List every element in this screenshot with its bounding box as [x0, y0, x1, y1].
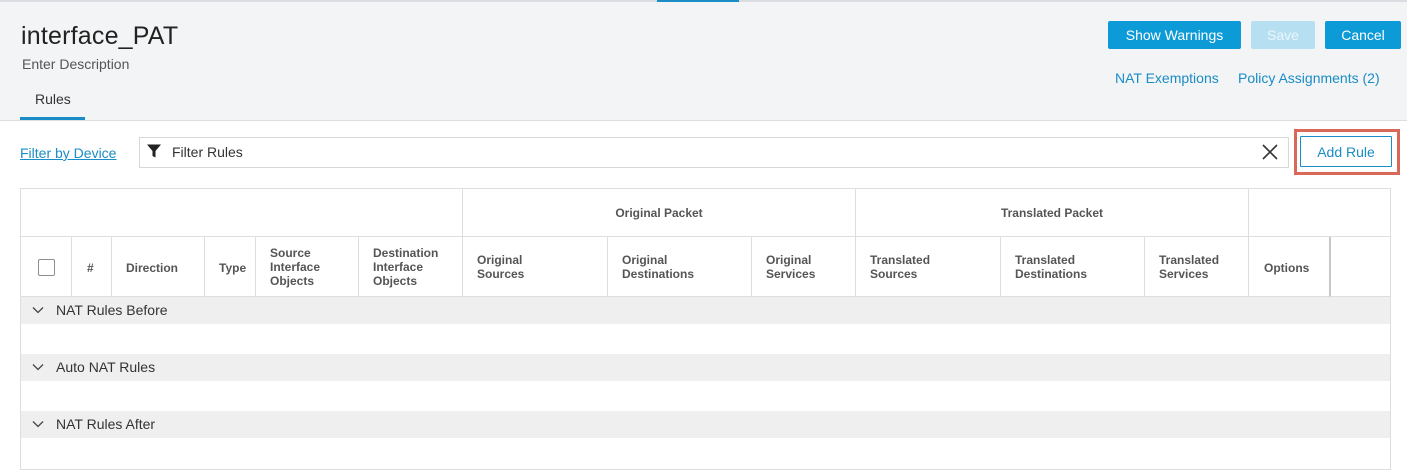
- column-original-services-label: Original Services: [766, 253, 816, 281]
- column-source-interface[interactable]: Source Interface Objects: [256, 237, 359, 297]
- column-select-all: [21, 237, 72, 297]
- column-original-sources-label: Original Sources: [477, 253, 525, 281]
- nat-exemptions-link[interactable]: NAT Exemptions: [1115, 70, 1219, 86]
- chevron-down-icon[interactable]: [32, 362, 44, 372]
- column-original-sources[interactable]: Original Sources: [463, 237, 608, 297]
- filter-icon: [147, 144, 161, 158]
- column-original-destinations-label: Original Destinations: [622, 253, 695, 281]
- nat-rules-table: Original Packet Translated Packet # Dire…: [20, 188, 1391, 470]
- translated-packet-label: Translated Packet: [1000, 206, 1104, 220]
- section-auto-nat-rules-label: Auto NAT Rules: [56, 359, 156, 375]
- policy-assignments-link[interactable]: Policy Assignments (2): [1238, 70, 1380, 86]
- column-translated-services[interactable]: Translated Services: [1145, 237, 1249, 297]
- column-destination-interface[interactable]: Destination Interface Objects: [359, 237, 463, 297]
- column-number-label: #: [87, 261, 94, 275]
- section-nat-rules-before[interactable]: NAT Rules Before: [21, 297, 1390, 324]
- add-rule-button[interactable]: Add Rule: [1300, 136, 1392, 167]
- policy-description[interactable]: Enter Description: [22, 56, 129, 72]
- close-icon[interactable]: [1261, 143, 1279, 161]
- original-packet-label: Original Packet: [615, 206, 703, 220]
- tab-rules[interactable]: Rules: [20, 82, 85, 120]
- section-nat-rules-after[interactable]: NAT Rules After: [21, 411, 1390, 438]
- column-translated-services-label: Translated Services: [1159, 253, 1220, 281]
- section-auto-nat-rules[interactable]: Auto NAT Rules: [21, 354, 1390, 381]
- filter-rules-placeholder: Filter Rules: [172, 144, 243, 160]
- column-number[interactable]: #: [72, 237, 112, 297]
- column-type[interactable]: Type: [205, 237, 256, 297]
- column-translated-destinations-label: Translated Destinations: [1015, 253, 1088, 281]
- column-filler: [1331, 237, 1390, 297]
- group-header-blank: [21, 189, 463, 237]
- filter-by-device-link[interactable]: Filter by Device: [20, 145, 116, 161]
- show-warnings-button[interactable]: Show Warnings: [1108, 21, 1241, 49]
- group-header-options: [1249, 189, 1390, 237]
- column-destination-interface-label: Destination Interface Objects: [373, 246, 439, 288]
- page-title: interface_PAT: [21, 22, 179, 50]
- column-type-label: Type: [219, 261, 247, 275]
- column-translated-sources-label: Translated Sources: [870, 253, 931, 281]
- save-button[interactable]: Save: [1251, 21, 1315, 49]
- chevron-down-icon[interactable]: [32, 419, 44, 429]
- chevron-down-icon[interactable]: [32, 305, 44, 315]
- column-original-services[interactable]: Original Services: [752, 237, 856, 297]
- column-options-label: Options: [1264, 261, 1310, 275]
- policy-header: interface_PAT Enter Description Rules Sh…: [0, 2, 1407, 121]
- column-translated-sources[interactable]: Translated Sources: [856, 237, 1001, 297]
- column-direction[interactable]: Direction: [112, 237, 205, 297]
- column-original-destinations[interactable]: Original Destinations: [608, 237, 752, 297]
- cancel-button[interactable]: Cancel: [1325, 21, 1401, 49]
- section-nat-rules-before-label: NAT Rules Before: [56, 302, 168, 318]
- group-header-translated: Translated Packet: [856, 189, 1249, 237]
- group-header-original: Original Packet: [463, 189, 856, 237]
- filter-rules-input[interactable]: [139, 137, 1289, 168]
- section-nat-rules-after-label: NAT Rules After: [56, 416, 156, 432]
- select-all-checkbox[interactable]: [38, 259, 55, 276]
- column-translated-destinations[interactable]: Translated Destinations: [1001, 237, 1145, 297]
- column-source-interface-label: Source Interface Objects: [270, 246, 321, 288]
- column-direction-label: Direction: [126, 261, 179, 275]
- column-options[interactable]: Options: [1249, 237, 1331, 297]
- tab-rules-label: Rules: [35, 91, 71, 107]
